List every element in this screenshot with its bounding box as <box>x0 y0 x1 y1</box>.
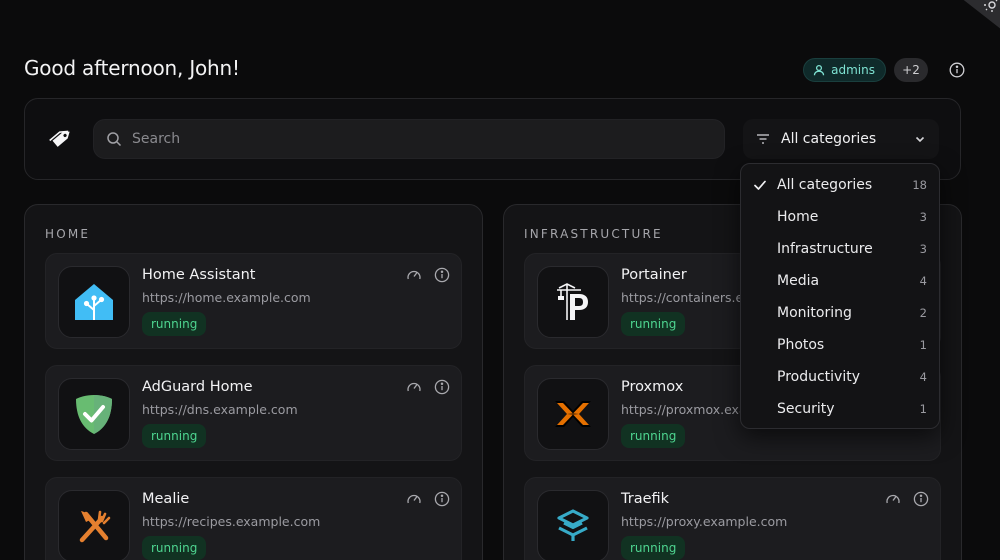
speedometer-icon <box>886 494 900 504</box>
dropdown-item-label: Media <box>777 273 820 289</box>
more-groups-badge[interactable]: +2 <box>894 58 928 82</box>
category-select[interactable]: All categories <box>743 119 939 159</box>
app-info-button[interactable] <box>912 490 930 508</box>
dropdown-item-count: 3 <box>919 210 927 224</box>
status-badge: running <box>621 312 686 336</box>
app-url: https://home.example.com <box>142 290 311 305</box>
app-icon-box <box>58 266 130 338</box>
info-icon <box>434 379 450 395</box>
dropdown-item-label: All categories <box>777 177 873 193</box>
app-url: https://proxmox.exam <box>621 402 759 417</box>
app-name: AdGuard Home <box>142 379 253 395</box>
app-card[interactable]: Home Assistant https://home.example.com … <box>45 253 462 349</box>
app-card[interactable]: AdGuard Home https://dns.example.com run… <box>45 365 462 461</box>
app-name: Home Assistant <box>142 267 256 283</box>
proxmox-x-icon <box>555 401 591 427</box>
section-home: HOME Home Assistant https://home.example… <box>24 204 483 560</box>
app-icon-box <box>537 266 609 338</box>
group-badge-admins[interactable]: admins <box>803 58 886 82</box>
status-badge: running <box>142 312 207 336</box>
dropdown-item-security[interactable]: Security 1 <box>741 393 939 425</box>
dropdown-item-monitoring[interactable]: Monitoring 2 <box>741 297 939 329</box>
app-info-button[interactable] <box>433 490 451 508</box>
page-greeting: Good afternoon, John! <box>24 56 240 80</box>
app-logo[interactable] <box>47 123 77 153</box>
speedometer-icon <box>407 494 421 504</box>
dropdown-item-count: 1 <box>919 402 927 416</box>
group-badge-label: admins <box>831 63 875 77</box>
info-icon <box>434 267 450 283</box>
app-url: https://containers.exa <box>621 290 759 305</box>
ping-button[interactable] <box>405 378 423 396</box>
dropdown-item-media[interactable]: Media 4 <box>741 265 939 297</box>
info-icon <box>434 491 450 507</box>
app-url: https://proxy.example.com <box>621 514 788 529</box>
search-icon <box>107 132 122 147</box>
portainer-crane-icon <box>557 283 588 320</box>
dropdown-item-count: 4 <box>919 274 927 288</box>
search-box[interactable] <box>93 119 725 159</box>
dropdown-item-label: Monitoring <box>777 305 852 321</box>
theme-corner[interactable] <box>956 0 1000 36</box>
app-info-button[interactable] <box>433 266 451 284</box>
app-card[interactable]: Mealie https://recipes.example.com runni… <box>45 477 462 560</box>
dropdown-item-count: 2 <box>919 306 927 320</box>
user-groups: admins +2 <box>803 58 968 82</box>
user-icon <box>813 64 825 76</box>
dropdown-item-home[interactable]: Home 3 <box>741 201 939 233</box>
ping-button[interactable] <box>884 490 902 508</box>
category-select-value: All categories <box>781 131 877 147</box>
status-badge: running <box>142 536 207 560</box>
category-dropdown-menu: All categories 18 Home 3 Infrastructure … <box>740 163 940 429</box>
app-url: https://recipes.example.com <box>142 514 321 529</box>
app-name: Proxmox <box>621 379 684 395</box>
app-name: Portainer <box>621 267 687 283</box>
app-icon-box <box>537 378 609 450</box>
info-button[interactable] <box>946 59 968 81</box>
check-icon <box>754 180 766 190</box>
app-name: Mealie <box>142 491 190 507</box>
app-card[interactable]: Traefik https://proxy.example.com runnin… <box>524 477 941 560</box>
app-icon-box <box>58 490 130 560</box>
dropdown-item-label: Home <box>777 209 819 225</box>
info-icon <box>913 491 929 507</box>
ping-button[interactable] <box>405 490 423 508</box>
filter-icon <box>757 134 769 144</box>
tag-logo-icon <box>49 130 70 147</box>
dropdown-item-count: 1 <box>919 338 927 352</box>
status-badge: running <box>621 536 686 560</box>
app-icon-box <box>537 490 609 560</box>
search-input[interactable] <box>132 131 692 147</box>
app-icon-box <box>58 378 130 450</box>
dropdown-item-label: Security <box>777 401 835 417</box>
section-title: HOME <box>45 227 91 241</box>
dropdown-item-label: Productivity <box>777 369 860 385</box>
info-icon <box>949 62 965 78</box>
dropdown-item-label: Photos <box>777 337 825 353</box>
adguard-shield-icon <box>76 395 112 434</box>
chevron-down-icon <box>915 136 925 143</box>
status-badge: running <box>142 424 207 448</box>
dropdown-item-photos[interactable]: Photos 1 <box>741 329 939 361</box>
ping-button[interactable] <box>405 266 423 284</box>
speedometer-icon <box>407 270 421 280</box>
section-title: INFRASTRUCTURE <box>524 227 663 241</box>
dropdown-item-productivity[interactable]: Productivity 4 <box>741 361 939 393</box>
status-badge: running <box>621 424 686 448</box>
sun-icon <box>984 0 998 12</box>
dropdown-item-infrastructure[interactable]: Infrastructure 3 <box>741 233 939 265</box>
speedometer-icon <box>407 382 421 392</box>
dropdown-item-count: 18 <box>912 178 927 192</box>
dropdown-item-count: 4 <box>919 370 927 384</box>
app-name: Traefik <box>621 491 670 507</box>
dropdown-item-all-categories[interactable]: All categories 18 <box>741 169 939 201</box>
mealie-fork-knife-icon <box>79 510 111 543</box>
home-assistant-icon <box>75 284 113 320</box>
dropdown-item-count: 3 <box>919 242 927 256</box>
app-info-button[interactable] <box>433 378 451 396</box>
traefik-icon <box>557 509 589 541</box>
dropdown-item-label: Infrastructure <box>777 241 873 257</box>
app-url: https://dns.example.com <box>142 402 298 417</box>
